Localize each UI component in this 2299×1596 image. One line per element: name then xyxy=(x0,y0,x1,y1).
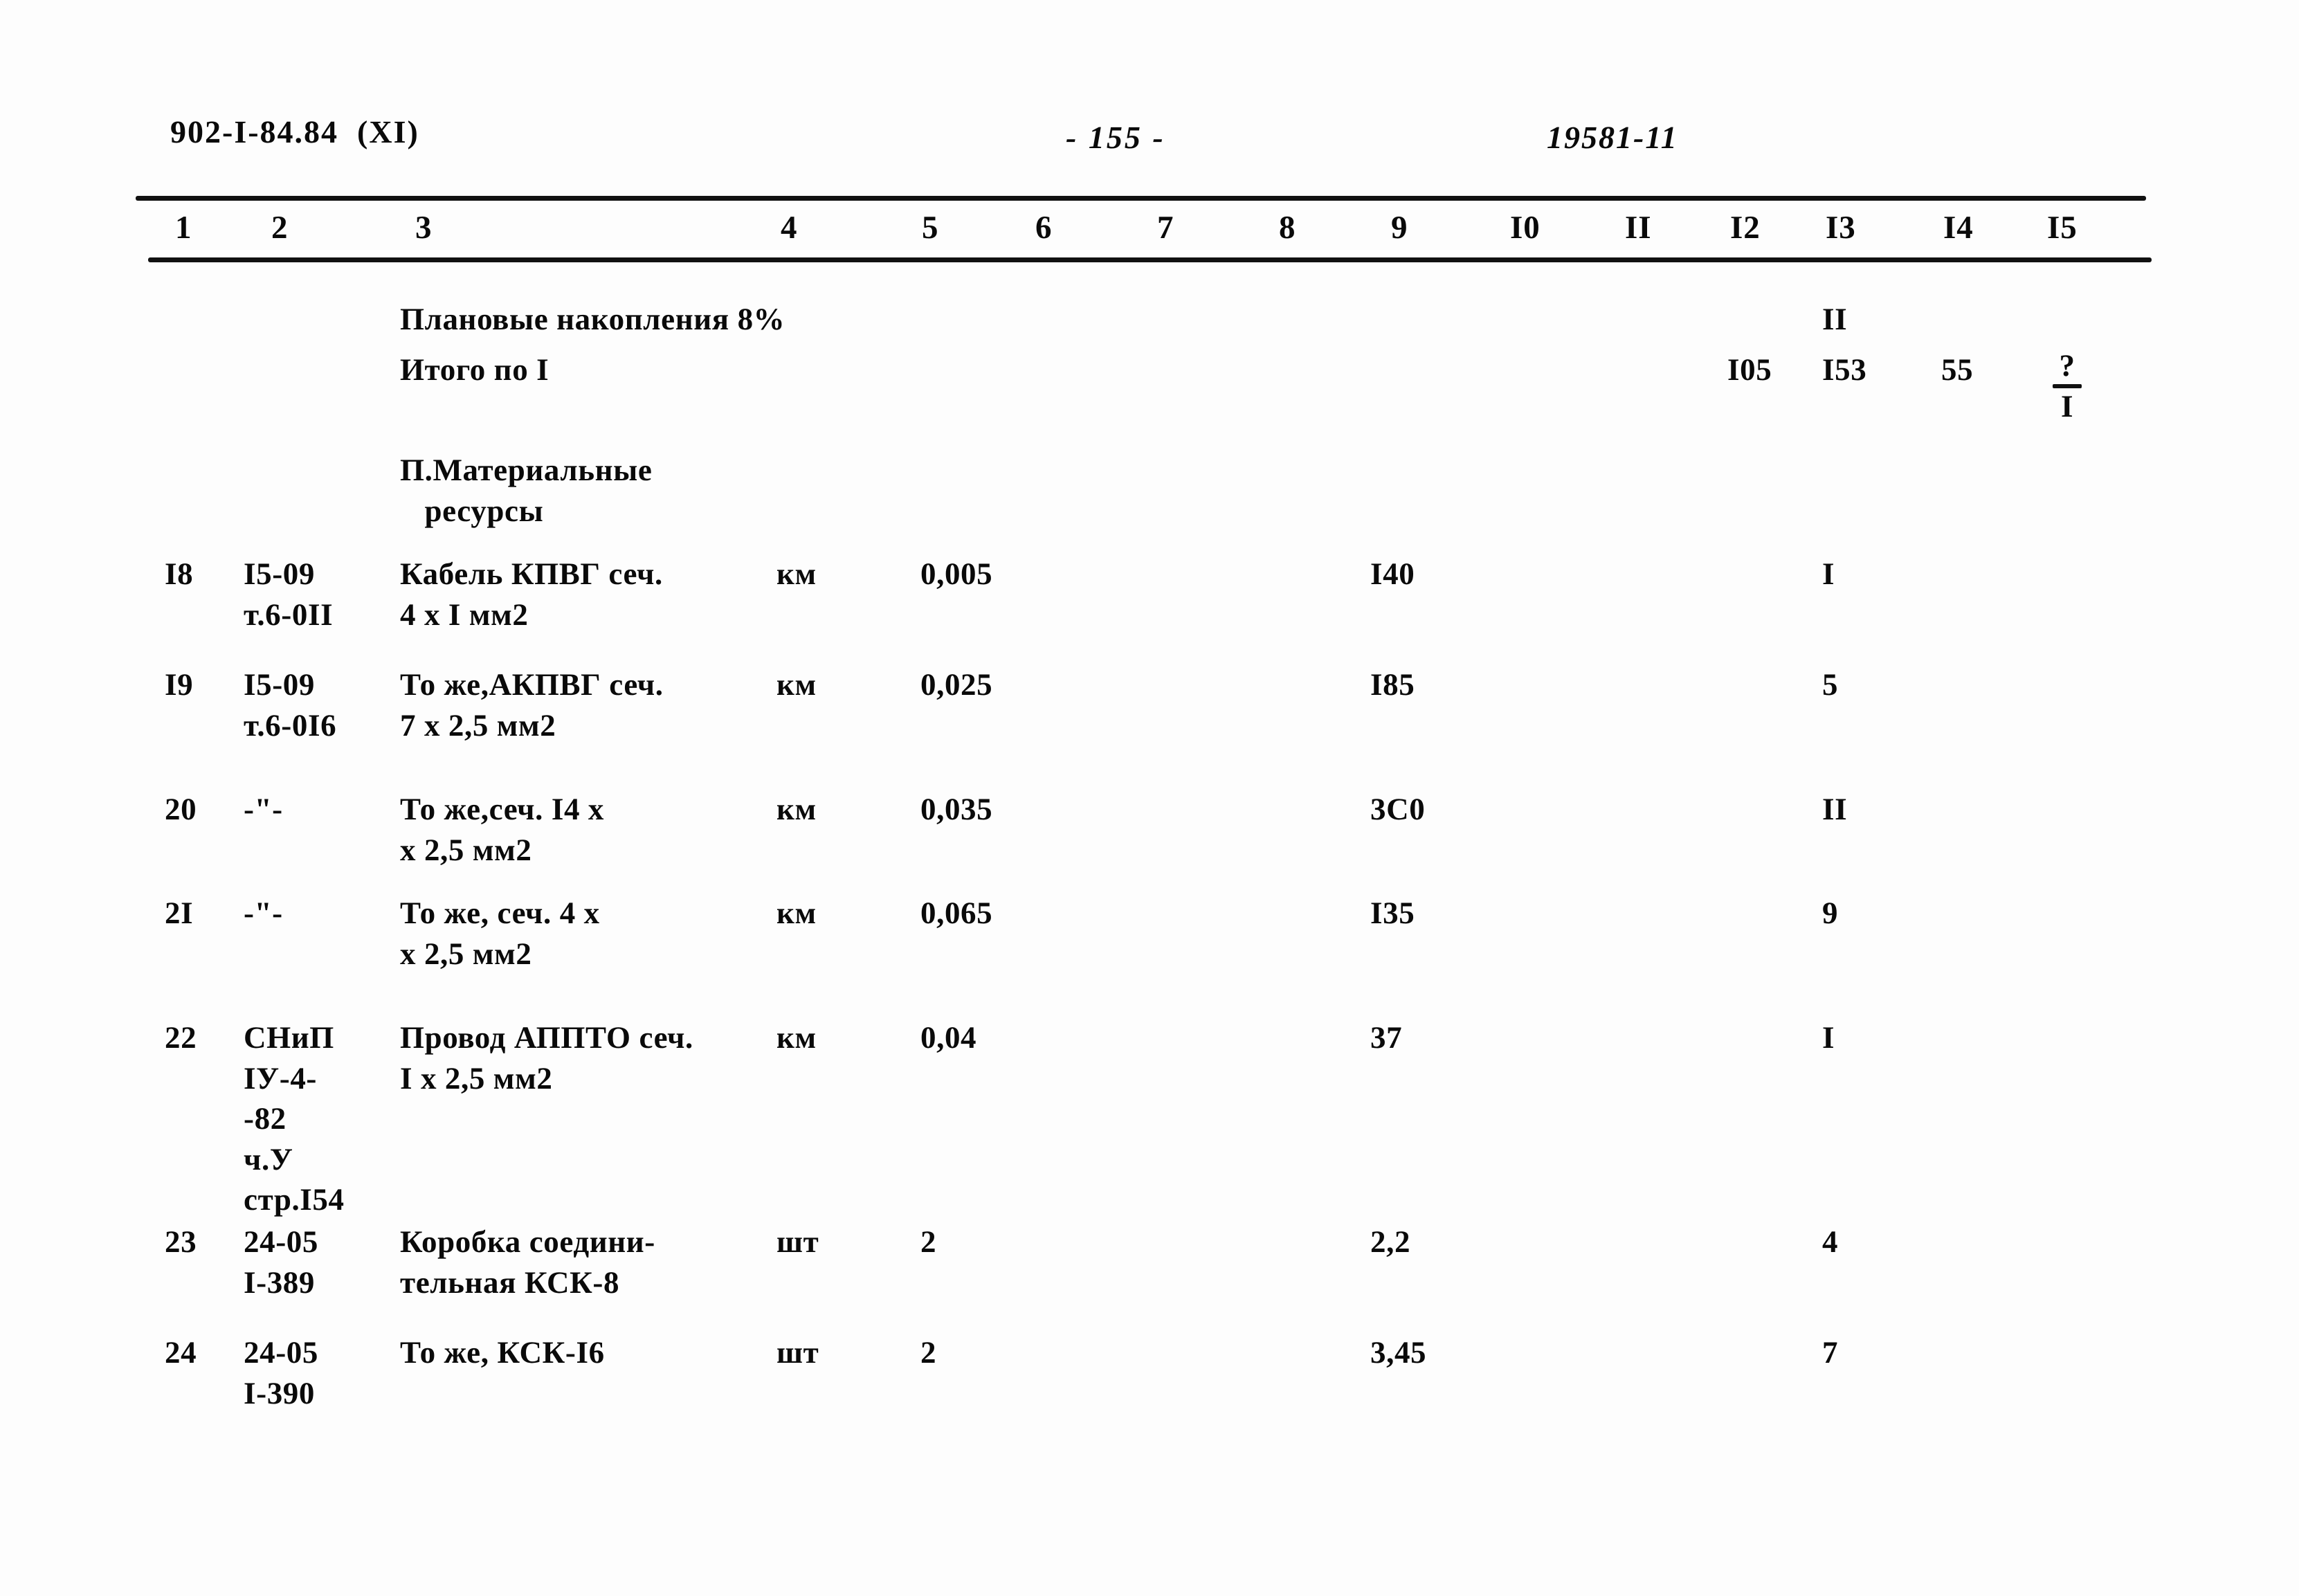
price-cell: 3С0 xyxy=(1370,792,1426,826)
name-cell: То же, сеч. 4 х х 2,5 мм2 xyxy=(400,896,600,971)
name-cell: Коробка соедини- тельная КСК-8 xyxy=(400,1224,655,1300)
v13-cell: II xyxy=(1822,302,1848,336)
code-cell: 24-05 I-389 xyxy=(244,1224,318,1300)
column-number-8: 8 xyxy=(1279,210,1296,246)
column-number-2: 2 xyxy=(271,210,289,246)
column-number-7: 7 xyxy=(1157,210,1174,246)
fraction-numerator: ? xyxy=(2059,348,2075,383)
v13-cell: 7 xyxy=(1822,1335,1839,1370)
column-number-1: 1 xyxy=(175,210,192,246)
num-cell: I8 xyxy=(165,556,194,591)
num-cell: I9 xyxy=(165,667,194,702)
v13-cell: 5 xyxy=(1822,667,1839,702)
v13-cell: 4 xyxy=(1822,1224,1839,1259)
num-cell: 24 xyxy=(165,1335,197,1370)
code-cell: 24-05 I-390 xyxy=(244,1335,318,1411)
column-number-10: I0 xyxy=(1510,210,1541,246)
v13-cell: I53 xyxy=(1822,352,1867,387)
qty-cell: 0,025 xyxy=(920,667,993,702)
num-cell: 23 xyxy=(165,1224,197,1259)
price-cell: 2,2 xyxy=(1370,1224,1411,1259)
sheet-code: 19581-11 xyxy=(1547,120,1678,155)
column-number-9: 9 xyxy=(1391,210,1408,246)
v13-cell: 9 xyxy=(1822,896,1839,930)
fraction-denominator: I xyxy=(2060,389,2073,424)
document-code: 902-I-84.84 (XI) xyxy=(170,114,419,149)
column-number-13: I3 xyxy=(1826,210,1856,246)
unit-cell: шт xyxy=(776,1335,819,1370)
qty-cell: 2 xyxy=(920,1335,937,1370)
fraction-bar xyxy=(2053,384,2082,389)
table-header-bottom-rule xyxy=(148,257,2152,262)
column-number-6: 6 xyxy=(1035,210,1053,246)
price-cell: 37 xyxy=(1370,1020,1403,1055)
qty-cell: 0,005 xyxy=(920,556,993,591)
name-cell: Кабель КПВГ сеч. 4 х I мм2 xyxy=(400,556,663,632)
unit-cell: км xyxy=(776,1020,817,1055)
table-top-rule xyxy=(136,196,2146,201)
v13-cell: I xyxy=(1822,556,1835,591)
name-cell: П.Материальные ресурсы xyxy=(400,453,653,528)
price-cell: I40 xyxy=(1370,556,1415,591)
scanned-document-page: 902-I-84.84 (XI) - 155 - 19581-11 123456… xyxy=(0,0,2299,1596)
unit-cell: шт xyxy=(776,1224,819,1259)
unit-cell: км xyxy=(776,667,817,702)
qty-cell: 0,065 xyxy=(920,896,993,930)
num-cell: 22 xyxy=(165,1020,197,1055)
name-cell: Провод АППТО сеч. I х 2,5 мм2 xyxy=(400,1020,693,1096)
num-cell: 20 xyxy=(165,792,197,826)
qty-cell: 0,04 xyxy=(920,1020,977,1055)
v13-cell: I xyxy=(1822,1020,1835,1055)
name-cell: То же,сеч. I4 х х 2,5 мм2 xyxy=(400,792,605,867)
price-cell: 3,45 xyxy=(1370,1335,1427,1370)
price-cell: I85 xyxy=(1370,667,1415,702)
unit-cell: км xyxy=(776,896,817,930)
code-cell: СНиП IУ-4- -82 ч.У стр.I54 xyxy=(244,1020,345,1217)
name-cell: То же,АКПВГ сеч. 7 х 2,5 мм2 xyxy=(400,667,664,743)
num-cell: 2I xyxy=(165,896,194,930)
code-cell: I5-09 т.6-0II xyxy=(244,556,334,632)
qty-cell: 2 xyxy=(920,1224,937,1259)
column-number-5: 5 xyxy=(922,210,939,246)
column-number-15: I5 xyxy=(2047,210,2078,246)
name-cell: То же, КСК-I6 xyxy=(400,1335,605,1370)
column-number-11: II xyxy=(1625,210,1652,246)
column-number-3: 3 xyxy=(415,210,433,246)
code-cell: I5-09 т.6-0I6 xyxy=(244,667,337,743)
price-cell: I35 xyxy=(1370,896,1415,930)
unit-cell: км xyxy=(776,792,817,826)
fraction-value-cell: ? I xyxy=(2043,348,2091,424)
v12-cell: I05 xyxy=(1727,352,1772,387)
name-cell: Плановые накопления 8% xyxy=(400,302,785,336)
code-cell: -"- xyxy=(244,792,283,826)
v14-cell: 55 xyxy=(1941,352,1974,387)
v13-cell: II xyxy=(1822,792,1848,826)
name-cell: Итого по I xyxy=(400,352,549,387)
column-number-14: I4 xyxy=(1943,210,1974,246)
column-number-12: I2 xyxy=(1730,210,1761,246)
column-number-4: 4 xyxy=(781,210,798,246)
code-cell: -"- xyxy=(244,896,283,930)
column-number-strip: 1 2 3 4 5 6 7 8 9 I0 II I2 I3 I4 I5 xyxy=(0,212,2299,253)
page-number: - 155 - xyxy=(1066,120,1165,155)
unit-cell: км xyxy=(776,556,817,591)
qty-cell: 0,035 xyxy=(920,792,993,826)
